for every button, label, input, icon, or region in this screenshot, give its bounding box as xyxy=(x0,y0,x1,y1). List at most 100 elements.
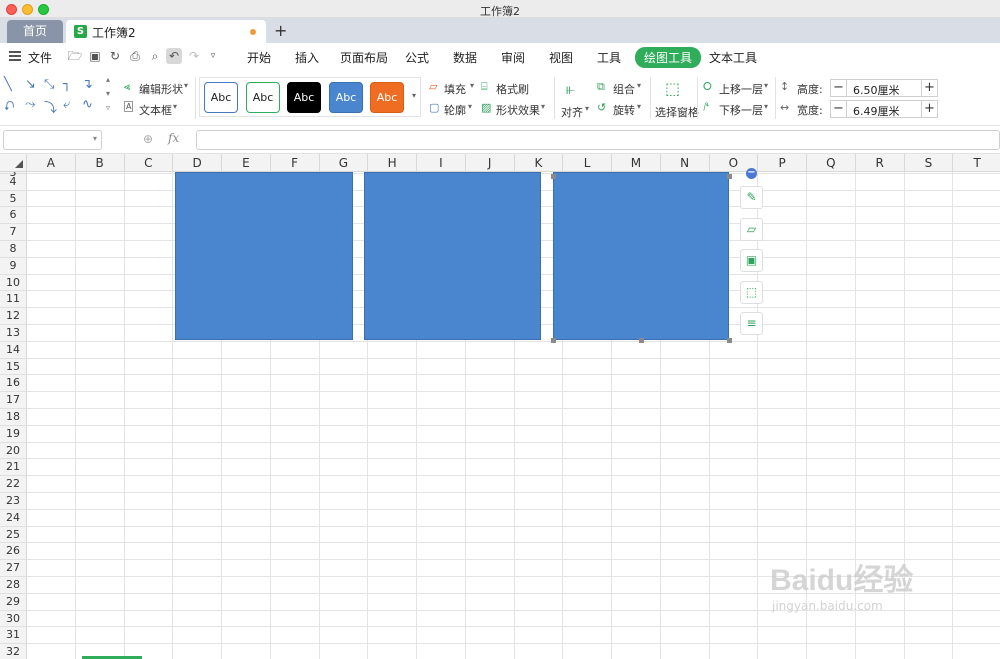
menu-page-layout[interactable]: 页面布局 xyxy=(340,49,388,66)
customize-chevron-icon[interactable]: ▿ xyxy=(205,48,221,64)
width-stepper[interactable]: − 6.49厘米 + xyxy=(830,100,938,118)
outline-button[interactable]: 轮廓 xyxy=(444,102,466,118)
resize-handle[interactable] xyxy=(639,338,644,343)
select-all-corner[interactable] xyxy=(0,154,27,172)
float-toolbar-collapse-icon[interactable]: − xyxy=(746,168,757,179)
column-header-t[interactable]: T xyxy=(953,154,1000,172)
row-header-26[interactable]: 26 xyxy=(0,543,27,561)
curve-arrow-icon[interactable]: ⤵ xyxy=(44,97,57,116)
gallery-down-icon[interactable]: ▾ xyxy=(106,89,110,98)
group-button[interactable]: 组合 xyxy=(613,81,635,97)
resize-handle[interactable] xyxy=(727,338,732,343)
group-dropdown-icon[interactable]: ▾ xyxy=(637,81,641,90)
send-backward-dropdown-icon[interactable]: ▾ xyxy=(764,102,768,111)
curve-double-arrow-icon[interactable]: ⤶ xyxy=(63,97,70,112)
shape-style-outline-blue[interactable]: Abc xyxy=(204,82,238,113)
print-preview-icon[interactable]: ⌕ xyxy=(147,48,163,64)
resize-handle[interactable] xyxy=(727,174,732,179)
menu-text-tools[interactable]: 文本工具 xyxy=(709,49,757,66)
float-fill-icon[interactable]: ▱ xyxy=(740,218,763,241)
row-header-9[interactable]: 9 xyxy=(0,257,27,275)
column-header-d[interactable]: D xyxy=(173,154,222,172)
row-header-23[interactable]: 23 xyxy=(0,493,27,510)
name-box-dropdown-icon[interactable]: ▾ xyxy=(93,134,97,143)
row-header-14[interactable]: 14 xyxy=(0,341,27,359)
column-header-l[interactable]: L xyxy=(563,154,612,172)
row-header-7[interactable]: 7 xyxy=(0,224,27,241)
row-header-32[interactable]: 32 xyxy=(0,644,27,659)
column-header-k[interactable]: K xyxy=(514,154,564,172)
float-outline-icon[interactable]: ▣ xyxy=(740,249,763,272)
row-header-18[interactable]: 18 xyxy=(0,409,27,426)
freeform-icon[interactable]: ∿ xyxy=(82,97,93,112)
send-backward-button[interactable]: 下移一层 xyxy=(719,102,763,118)
column-header-j[interactable]: J xyxy=(465,154,515,172)
name-box[interactable] xyxy=(3,130,102,150)
bring-forward-dropdown-icon[interactable]: ▾ xyxy=(764,81,768,90)
align-dropdown-icon[interactable]: ▾ xyxy=(585,104,589,113)
arrow-shape-icon[interactable]: ↘ xyxy=(25,77,36,92)
float-layers-icon[interactable]: ≡ xyxy=(740,312,763,335)
resize-handle[interactable] xyxy=(551,338,556,343)
edit-shape-dropdown-icon[interactable]: ▾ xyxy=(184,81,188,90)
rotate-button[interactable]: 旋转 xyxy=(613,102,635,118)
column-header-m[interactable]: M xyxy=(612,154,661,172)
text-box-button[interactable]: 文本框 xyxy=(139,102,172,118)
row-header-30[interactable]: 30 xyxy=(0,610,27,628)
shape-style-orange[interactable]: Abc xyxy=(370,82,404,113)
float-brush-icon[interactable]: ✎ xyxy=(740,186,763,209)
height-input[interactable]: 6.50厘米 xyxy=(853,82,900,98)
resize-handle[interactable] xyxy=(551,174,556,179)
row-header-11[interactable]: 11 xyxy=(0,291,27,309)
curve-connector-icon[interactable]: ⤳ xyxy=(25,97,35,112)
new-tab-button[interactable]: + xyxy=(274,20,287,42)
width-input[interactable]: 6.49厘米 xyxy=(853,103,900,119)
fill-button[interactable]: 填充 xyxy=(444,81,466,97)
row-header-10[interactable]: 10 xyxy=(0,274,27,292)
column-header-s[interactable]: S xyxy=(904,154,954,172)
bring-forward-button[interactable]: 上移一层 xyxy=(719,81,763,97)
style-gallery-more-icon[interactable]: ▾ xyxy=(412,91,416,100)
export-icon[interactable]: ↻ xyxy=(107,48,123,64)
row-header-27[interactable]: 27 xyxy=(0,560,27,577)
row-header-24[interactable]: 24 xyxy=(0,509,27,527)
redo-icon[interactable]: ↷ xyxy=(186,48,202,64)
menu-formula[interactable]: 公式 xyxy=(405,49,429,66)
line-shape-icon[interactable]: ╲ xyxy=(4,77,12,92)
width-increase-button[interactable]: + xyxy=(921,101,937,117)
shape-effect-button[interactable]: 形状效果 xyxy=(496,102,540,118)
blue-rectangle-shape-2[interactable] xyxy=(364,172,541,340)
row-header-17[interactable]: 17 xyxy=(0,392,27,409)
align-button[interactable]: 对齐 xyxy=(561,104,583,120)
save-icon[interactable]: ▣ xyxy=(87,48,103,64)
column-header-i[interactable]: I xyxy=(417,154,466,172)
row-header-13[interactable]: 13 xyxy=(0,325,27,342)
double-arrow-shape-icon[interactable]: ⤡ xyxy=(44,77,54,92)
column-header-b[interactable]: B xyxy=(75,154,125,172)
edit-shape-button[interactable]: 编辑形状 xyxy=(139,81,183,97)
row-header-28[interactable]: 28 xyxy=(0,577,27,594)
elbow-double-arrow-icon[interactable]: ⮏ xyxy=(4,97,14,119)
zoom-function-icon[interactable]: ⊕ xyxy=(143,132,153,146)
file-menu[interactable]: 文件 xyxy=(28,49,52,66)
row-header-15[interactable]: 15 xyxy=(0,358,27,376)
blue-rectangle-shape-1[interactable] xyxy=(175,172,353,340)
tab-document[interactable]: S 工作簿2 xyxy=(66,20,266,43)
column-header-e[interactable]: E xyxy=(222,154,271,172)
shape-style-outline-green[interactable]: Abc xyxy=(246,82,280,113)
outline-dropdown-icon[interactable]: ▾ xyxy=(468,102,472,111)
menu-review[interactable]: 审阅 xyxy=(501,49,525,66)
row-header-12[interactable]: 12 xyxy=(0,308,27,325)
float-shape-style-icon[interactable]: ⬚ xyxy=(740,281,763,304)
row-header-8[interactable]: 8 xyxy=(0,241,27,258)
row-header-5[interactable]: 5 xyxy=(0,190,27,208)
menu-data[interactable]: 数据 xyxy=(453,49,477,66)
formula-input[interactable] xyxy=(196,130,1000,150)
rotate-dropdown-icon[interactable]: ▾ xyxy=(637,102,641,111)
column-header-p[interactable]: P xyxy=(758,154,807,172)
undo-icon[interactable]: ↶ xyxy=(166,48,182,64)
shape-style-blue[interactable]: Abc xyxy=(329,82,363,113)
row-header-25[interactable]: 25 xyxy=(0,526,27,544)
hamburger-menu-icon[interactable] xyxy=(9,51,21,61)
column-header-r[interactable]: R xyxy=(855,154,905,172)
